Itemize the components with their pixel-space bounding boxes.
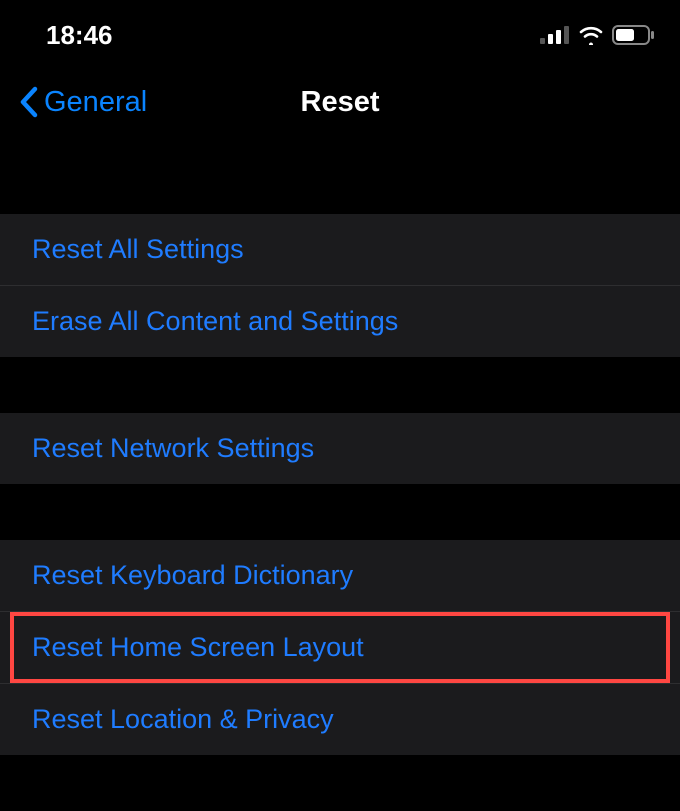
reset-keyboard-dictionary-row[interactable]: Reset Keyboard Dictionary [0,540,680,611]
row-label: Reset Network Settings [32,433,314,463]
reset-home-screen-layout-row[interactable]: Reset Home Screen Layout [0,611,680,683]
reset-network-settings-row[interactable]: Reset Network Settings [0,413,680,484]
cellular-icon [540,26,570,44]
reset-location-privacy-row[interactable]: Reset Location & Privacy [0,683,680,755]
status-bar: 18:46 [0,0,680,62]
group-other-reset: Reset Keyboard Dictionary Reset Home Scr… [0,540,680,755]
content: Reset All Settings Erase All Content and… [0,142,680,755]
reset-all-settings-row[interactable]: Reset All Settings [0,214,680,285]
status-time: 18:46 [46,20,113,51]
battery-icon [612,25,654,45]
back-label: General [44,86,147,119]
row-label: Reset All Settings [32,234,244,264]
row-label: Reset Home Screen Layout [32,632,364,662]
chevron-left-icon [18,85,40,119]
spacer [0,158,680,214]
group-network: Reset Network Settings [0,413,680,484]
wifi-icon [578,25,604,45]
status-icons [540,25,654,45]
back-button[interactable]: General [18,85,147,119]
spacer [0,357,680,413]
group-general-reset: Reset All Settings Erase All Content and… [0,214,680,357]
spacer [0,484,680,540]
page-title: Reset [301,86,380,119]
nav-bar: General Reset [0,62,680,142]
row-label: Reset Location & Privacy [32,704,334,734]
row-label: Reset Keyboard Dictionary [32,560,353,590]
erase-all-content-row[interactable]: Erase All Content and Settings [0,285,680,357]
row-label: Erase All Content and Settings [32,306,398,336]
